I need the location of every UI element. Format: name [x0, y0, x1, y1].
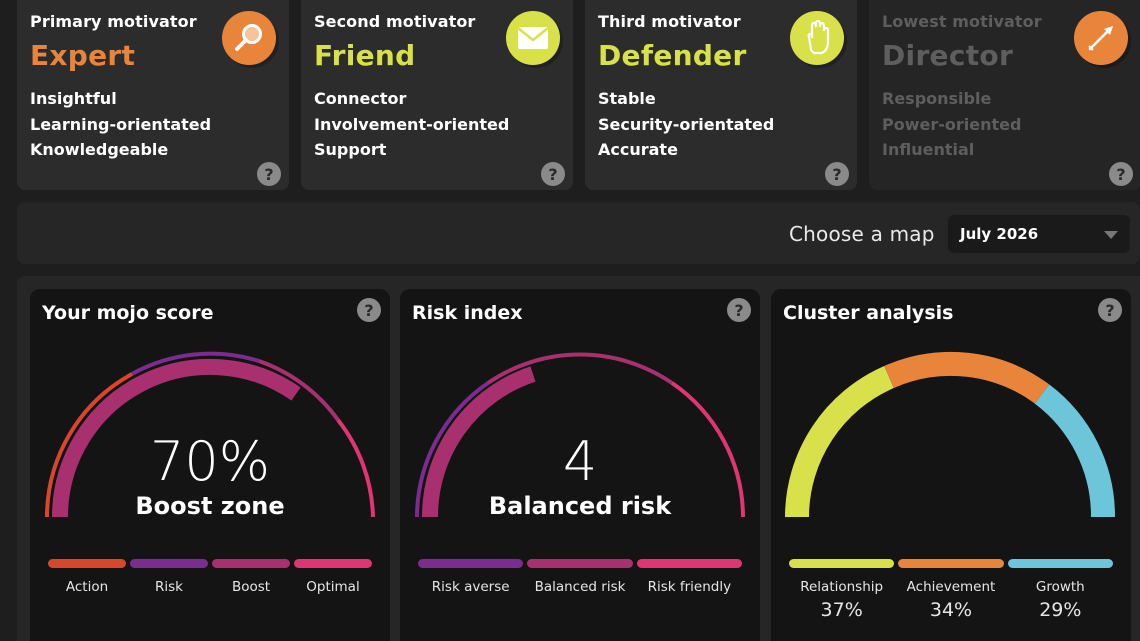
legend-label: Growth: [1035, 579, 1085, 595]
mojo-gauge-outer-boost: [258, 359, 340, 422]
motivator-traits: Stable Security-orientated Accurate: [598, 86, 843, 163]
mojo-score-value: 70%: [149, 430, 271, 493]
motivator-card-third: Third motivator Defender Stable Security…: [585, 0, 857, 190]
motivator-trait: Influential: [882, 140, 975, 159]
motivator-traits: Connector Involvement-oriented Support: [314, 86, 559, 163]
motivator-trait: Power-oriented: [882, 114, 1022, 134]
legend-bar-action: [48, 559, 126, 568]
motivator-trait: Learning-orientated: [30, 114, 212, 134]
motivator-trait: Support: [314, 140, 387, 159]
legend-item: Risk: [130, 559, 208, 595]
legend-label: Optimal: [306, 579, 360, 595]
legend-label: Risk friendly: [647, 579, 732, 595]
legend-label: Risk: [155, 579, 183, 595]
cluster-gauge-growth: [1034, 384, 1116, 518]
risk-index-panel: Risk index ? 4 Balanced risk Risk averse…: [400, 289, 760, 641]
legend-item: Balanced risk: [527, 559, 633, 595]
legend-bar-boost: [212, 559, 290, 568]
help-icon[interactable]: ?: [1109, 162, 1133, 186]
cluster-legend: Relationship 37% Achievement 34% Growth …: [789, 559, 1113, 621]
motivator-trait: Responsible: [882, 89, 992, 108]
hand-icon: [790, 11, 844, 65]
legend-label: Achievement: [906, 579, 996, 595]
motivator-card-lowest: Lowest motivator Director Responsible Po…: [869, 0, 1140, 190]
mojo-legend: Action Risk Boost Optimal: [48, 559, 372, 595]
cluster-gauge-relationship: [785, 365, 894, 518]
legend-percent: 37%: [820, 599, 863, 621]
mojo-score-panel: Your mojo score ? 70% Boost zone Action …: [30, 289, 390, 641]
motivator-trait: Involvement-oriented: [314, 114, 510, 134]
legend-bar-optimal: [294, 559, 372, 568]
map-selector-bar: Choose a map July 2026: [17, 202, 1140, 264]
cluster-gauge-achievement: [884, 351, 1050, 404]
risk-index-value: 4: [562, 430, 598, 493]
magnifier-icon: [222, 11, 276, 65]
legend-bar-growth: [1007, 559, 1113, 568]
legend-item: Risk averse: [418, 559, 524, 595]
panel-title: Risk index: [412, 302, 523, 324]
motivator-trait: Knowledgeable: [30, 140, 169, 159]
legend-label: Boost: [231, 579, 271, 595]
legend-bar-risk-friendly: [636, 559, 742, 568]
motivator-trait: Accurate: [598, 140, 678, 159]
panel-title: Cluster analysis: [783, 302, 954, 324]
chevron-down-icon[interactable]: [1104, 231, 1118, 239]
motivator-trait: Connector: [314, 89, 407, 108]
risk-zone-label: Balanced risk: [488, 492, 672, 520]
legend-item: Optimal: [294, 559, 372, 595]
help-icon[interactable]: ?: [357, 298, 381, 322]
motivator-card-primary: Primary motivator Expert Insightful Lear…: [17, 0, 289, 190]
map-select-dropdown[interactable]: July 2026: [948, 215, 1130, 253]
help-icon[interactable]: ?: [541, 162, 565, 186]
legend-item: Achievement 34%: [898, 559, 1004, 621]
map-selector-label: Choose a map: [789, 222, 935, 246]
motivator-trait: Stable: [598, 89, 656, 108]
motivator-traits: Responsible Power-oriented Influential: [882, 86, 1127, 163]
legend-item: Action: [48, 559, 126, 595]
legend-percent: 29%: [1039, 599, 1082, 621]
motivator-card-second: Second motivator Friend Connector Involv…: [301, 0, 573, 190]
mojo-zone-label: Boost zone: [135, 492, 285, 520]
panel-title: Your mojo score: [42, 302, 214, 324]
legend-percent: 34%: [929, 599, 973, 621]
legend-label: Relationship: [800, 579, 884, 595]
legend-bar-risk-averse: [418, 559, 524, 568]
legend-label: Action: [65, 579, 109, 595]
legend-label: Risk averse: [431, 579, 510, 595]
legend-bar-risk: [130, 559, 208, 568]
legend-bar-achievement: [898, 559, 1004, 568]
cluster-gauge: [785, 351, 1116, 518]
help-icon[interactable]: ?: [257, 162, 281, 186]
legend-label: Balanced risk: [534, 579, 626, 595]
help-icon[interactable]: ?: [727, 298, 751, 322]
envelope-icon: [506, 11, 560, 65]
legend-item: Growth 29%: [1007, 559, 1113, 621]
legend-item: Boost: [212, 559, 290, 595]
motivator-trait: Insightful: [30, 89, 117, 108]
cluster-analysis-panel: Cluster analysis ? Relationship 37% Achi…: [771, 289, 1131, 641]
motivator-trait: Security-orientated: [598, 114, 775, 134]
motivator-traits: Insightful Learning-orientated Knowledge…: [30, 86, 275, 163]
risk-legend: Risk averse Balanced risk Risk friendly: [418, 559, 742, 595]
map-select-value: July 2026: [960, 225, 1039, 243]
legend-item: Relationship 37%: [789, 559, 895, 621]
legend-bar-balanced-risk: [527, 559, 633, 568]
help-icon[interactable]: ?: [825, 162, 849, 186]
help-icon[interactable]: ?: [1098, 298, 1122, 322]
legend-item: Risk friendly: [636, 559, 742, 595]
legend-bar-relationship: [789, 559, 895, 568]
arrow-icon: [1074, 11, 1128, 65]
